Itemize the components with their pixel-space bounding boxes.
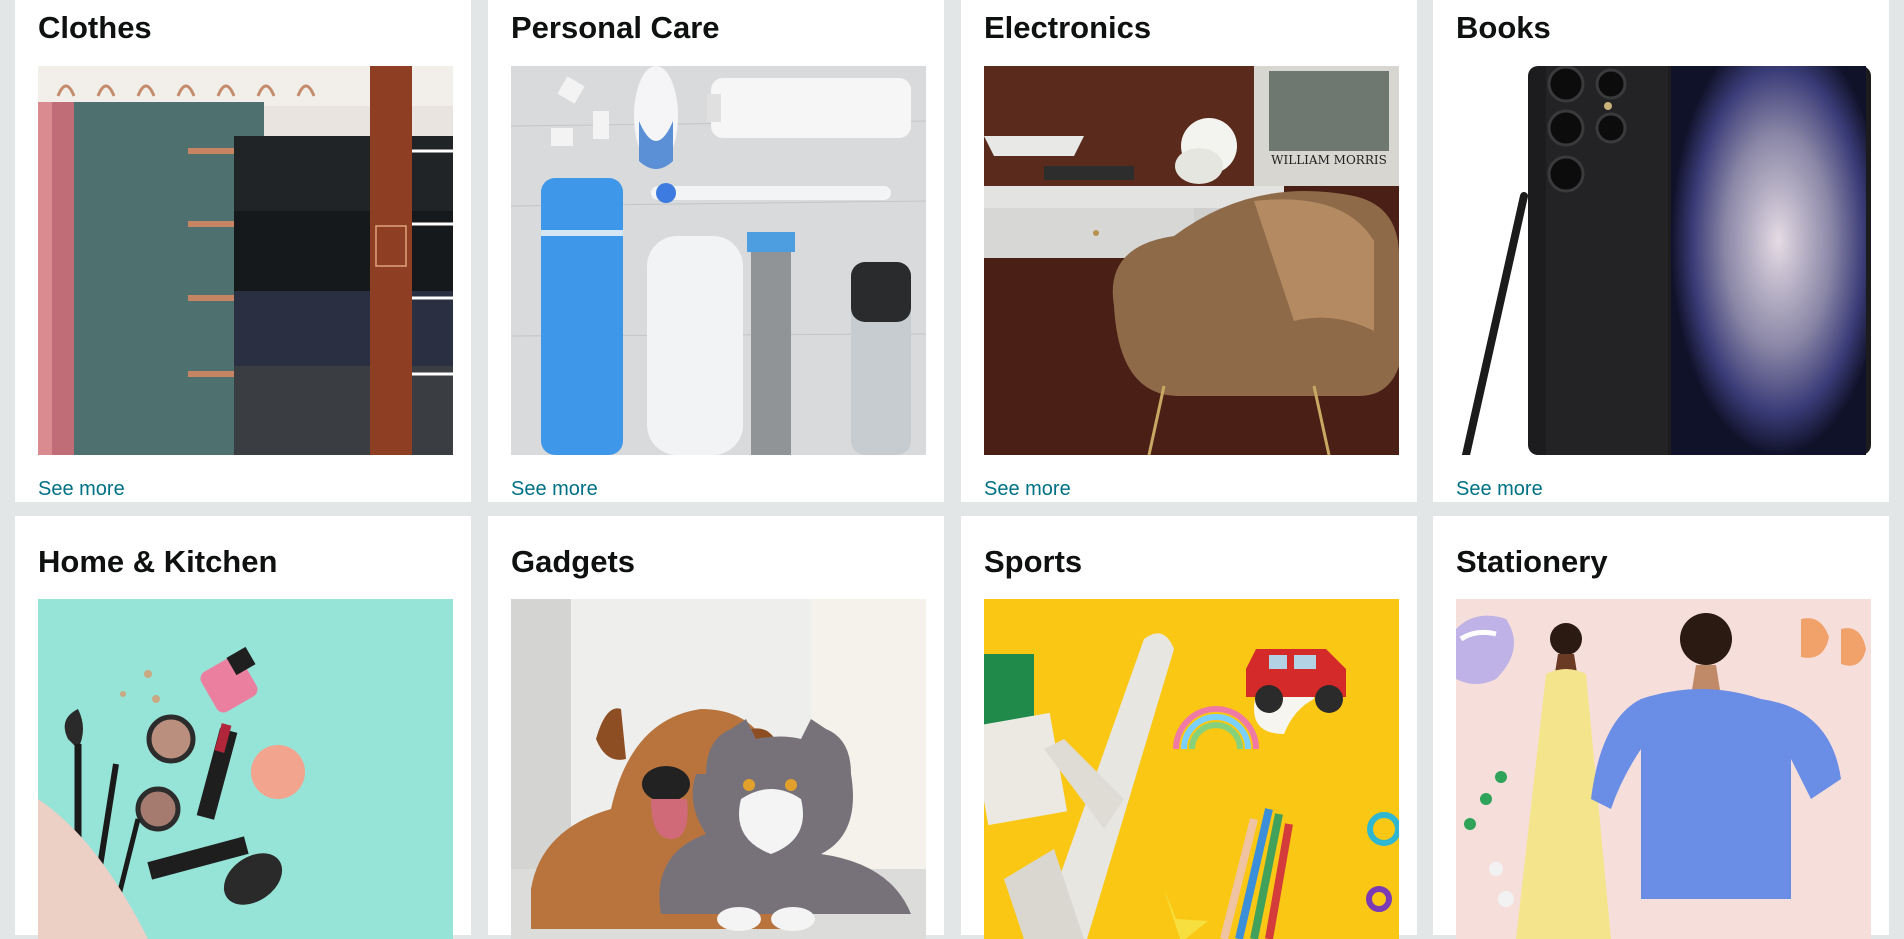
category-card-clothes: Clothes See more	[15, 0, 471, 502]
personal-care-image[interactable]	[511, 66, 926, 455]
stationery-image[interactable]	[1456, 599, 1871, 939]
category-card-sports: Sports	[961, 516, 1417, 939]
category-card-grid: Clothes See more Personal Care See more …	[0, 0, 1904, 939]
category-card-gadgets: Gadgets	[488, 516, 944, 939]
category-card-personal-care: Personal Care See more	[488, 0, 944, 502]
see-more-link[interactable]: See more	[511, 479, 598, 499]
electronics-image[interactable]: WILLIAM MORRIS	[984, 66, 1399, 455]
card-title: Stationery	[1456, 544, 1608, 579]
card-title: Clothes	[38, 10, 152, 45]
card-title: Books	[1456, 10, 1551, 45]
books-image[interactable]	[1456, 66, 1871, 455]
card-title: Personal Care	[511, 10, 720, 45]
card-title: Sports	[984, 544, 1083, 579]
sports-image[interactable]	[984, 599, 1399, 939]
see-more-link[interactable]: See more	[38, 479, 125, 499]
card-title: Gadgets	[511, 544, 636, 579]
card-title: Electronics	[984, 10, 1152, 45]
card-title: Home & Kitchen	[38, 544, 278, 579]
category-card-stationery: Stationery	[1433, 516, 1889, 939]
category-card-books: Books See more	[1433, 0, 1889, 502]
see-more-link[interactable]: See more	[1456, 479, 1543, 499]
clothes-image[interactable]	[38, 66, 453, 455]
see-more-link[interactable]: See more	[984, 479, 1071, 499]
category-card-electronics: Electronics WILLIAM MORRIS See more	[961, 0, 1417, 502]
home-kitchen-image[interactable]	[38, 599, 453, 939]
category-card-home-kitchen: Home & Kitchen	[15, 516, 471, 939]
gadgets-image[interactable]	[511, 599, 926, 939]
svg-text:WILLIAM MORRIS: WILLIAM MORRIS	[1271, 153, 1387, 167]
